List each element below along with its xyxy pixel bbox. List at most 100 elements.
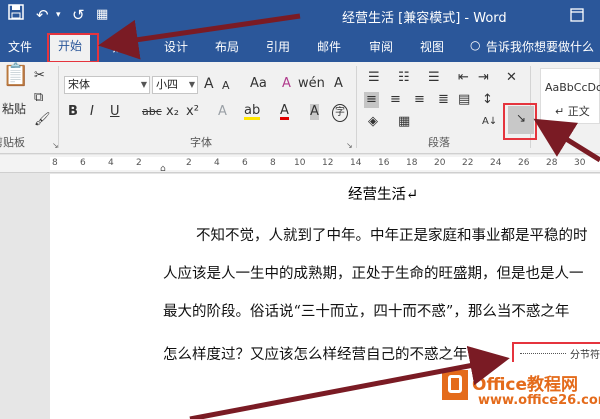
format-painter-icon[interactable]: 🖌 — [34, 112, 51, 128]
tab-review[interactable]: 审阅 — [369, 38, 393, 55]
borders-icon[interactable]: ▦ — [398, 114, 410, 130]
watermark-url: www.office26.com — [478, 393, 600, 408]
multilevel-list-icon[interactable]: ☰ — [428, 70, 440, 86]
distributed-icon[interactable]: ▤ — [458, 92, 470, 108]
logo-shape — [448, 375, 462, 393]
ruler-number: 4 — [214, 158, 220, 168]
font-group-label: 字体 — [190, 136, 212, 149]
ruler-number: 10 — [294, 158, 306, 168]
ruler-number: 8 — [270, 158, 276, 168]
indent-marker-icon[interactable]: ⌂ — [160, 164, 166, 174]
ruler-number: 2 — [186, 158, 192, 168]
left-margin — [0, 174, 50, 419]
bold-button[interactable]: B — [68, 104, 78, 120]
ruler-number: 2 — [136, 158, 142, 168]
ruler-number: 6 — [242, 158, 248, 168]
group-divider — [356, 66, 357, 148]
document-line: 怎么样度过？又应该怎么样经营自己的不惑之年？ — [163, 347, 482, 363]
style-preview: AaBbCcDc — [545, 81, 600, 94]
cut-icon[interactable]: ✂ — [34, 68, 45, 84]
increase-indent-icon[interactable]: ⇥ — [478, 70, 489, 86]
redo-icon[interactable]: ↺ — [72, 4, 85, 26]
font-name-combo[interactable]: 宋体 ▼ — [64, 76, 150, 94]
char-border-icon[interactable]: A — [334, 76, 343, 92]
shrink-font-icon[interactable]: A — [222, 78, 230, 94]
superscript-button[interactable]: x² — [186, 104, 199, 120]
paste-icon[interactable]: 📋 — [2, 65, 29, 87]
line-spacing-icon[interactable]: ↕ — [482, 92, 493, 108]
font-launcher-icon[interactable]: ↘ — [346, 141, 353, 150]
tab-mailings[interactable]: 邮件 — [317, 38, 341, 55]
ruler-number: 6 — [80, 158, 86, 168]
decrease-indent-icon[interactable]: ⇤ — [458, 70, 469, 86]
change-case-icon[interactable]: Aa — [250, 76, 267, 92]
ruler-number: 8 — [52, 158, 58, 168]
chevron-down-icon: ▼ — [140, 80, 147, 89]
grow-font-icon[interactable]: A — [204, 76, 214, 92]
numbering-icon[interactable]: ☷ — [398, 70, 410, 86]
touch-mode-icon[interactable]: ▦ — [96, 4, 108, 26]
chevron-down-icon: ▼ — [188, 80, 195, 89]
tab-file[interactable]: 文件 — [8, 38, 32, 55]
align-center-icon[interactable]: ≡ — [390, 92, 401, 108]
copy-icon[interactable]: ⧉ — [34, 90, 43, 106]
window-title: 经营生活 [兼容模式] - Word — [342, 11, 507, 26]
text-effects-icon[interactable]: A — [218, 104, 227, 120]
section-break-dots — [520, 353, 566, 354]
ruler-number: 18 — [406, 158, 418, 168]
watermark-brand: Office教程网 — [472, 375, 579, 395]
highlight-color-icon[interactable]: ab — [244, 104, 261, 120]
horizontal-ruler[interactable]: 8 6 4 2 2 4 6 8 10 12 14 16 18 20 22 24 … — [0, 155, 600, 174]
font-size-combo[interactable]: 小四 ▼ — [152, 76, 198, 94]
font-color-icon[interactable]: A — [280, 104, 289, 120]
restore-window-icon[interactable] — [570, 6, 584, 28]
align-right-icon[interactable]: ≡ — [414, 92, 425, 108]
shading-icon[interactable]: ◈ — [368, 114, 378, 130]
strikethrough-button[interactable]: abc — [142, 104, 162, 120]
style-normal[interactable]: ↵ 正文 — [555, 103, 590, 119]
section-break-highlight: 分节符 — [512, 342, 600, 362]
tab-insert[interactable]: 插入 — [112, 38, 136, 55]
ruler-number: 14 — [350, 158, 362, 168]
ruler-number: 20 — [434, 158, 446, 168]
paste-button[interactable]: 粘贴 — [2, 100, 26, 117]
tell-me-box[interactable]: 告诉我你想要做什么 — [486, 38, 594, 55]
justify-icon[interactable]: ≣ — [438, 92, 449, 108]
subscript-button[interactable]: x₂ — [166, 104, 179, 120]
ruler-number: 16 — [378, 158, 390, 168]
enclose-char-icon[interactable]: 字 — [332, 104, 348, 122]
font-size-value: 小四 — [156, 78, 178, 91]
sort-icon[interactable]: A↓ — [482, 114, 497, 130]
paragraph-group-label: 段落 — [428, 136, 450, 149]
font-name-value: 宋体 — [68, 78, 90, 91]
ruler-number: 24 — [490, 158, 502, 168]
tab-view[interactable]: 视图 — [420, 38, 444, 55]
ruler-number: 26 — [518, 158, 530, 168]
tab-layout[interactable]: 布局 — [215, 38, 239, 55]
align-left-icon[interactable]: ≡ — [364, 92, 379, 108]
tab-home-highlight — [47, 33, 99, 63]
document-line: 人应该是人一生中的成熟期，正处于生命的旺盛期，但是也是人一 — [163, 266, 584, 282]
group-divider — [58, 66, 59, 148]
document-line: 不知不觉，人就到了中年。中年正是家庭和事业都是平稳的时 — [196, 228, 588, 244]
italic-button[interactable]: I — [90, 104, 94, 120]
ruler-number: 30 — [574, 158, 586, 168]
pinyin-guide-icon[interactable]: wén — [298, 76, 325, 92]
title-bar: ↶ ▾ ↺ ▦ 经营生活 [兼容模式] - Word — [0, 0, 600, 32]
char-shading-icon[interactable]: A — [310, 104, 319, 120]
tab-references[interactable]: 引用 — [266, 38, 290, 55]
ruler-number: 4 — [108, 158, 114, 168]
lightbulb-icon: ○ — [470, 38, 481, 52]
save-icon[interactable] — [8, 4, 24, 27]
clipboard-group-label: 剪贴板 — [0, 136, 25, 149]
chinese-layout-icon[interactable]: ✕ — [506, 70, 517, 86]
styles-gallery[interactable]: AaBbCcDc ↵ 正文 — [540, 68, 600, 124]
undo-dropdown-icon[interactable]: ▾ — [56, 4, 61, 26]
bullets-icon[interactable]: ☰ — [368, 70, 380, 86]
paragraph-launcher-highlight — [503, 103, 537, 140]
undo-icon[interactable]: ↶ — [36, 4, 49, 26]
underline-button[interactable]: U — [110, 104, 120, 120]
clear-format-icon[interactable]: A — [282, 76, 291, 92]
tab-design[interactable]: 设计 — [164, 38, 188, 55]
ruler-number: 28 — [546, 158, 558, 168]
